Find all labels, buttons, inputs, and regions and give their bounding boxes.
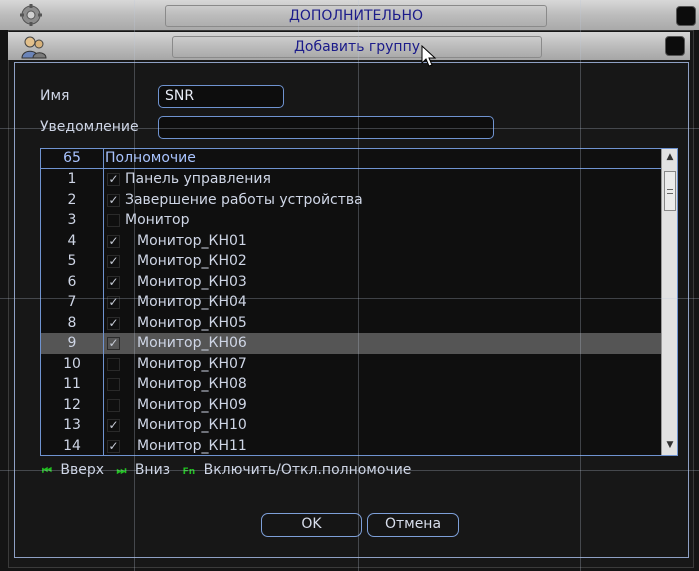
row-number: 5 <box>41 251 104 272</box>
name-label: Имя <box>40 88 70 104</box>
row-number: 3 <box>41 210 104 231</box>
permission-count: 65 <box>41 149 104 168</box>
permission-label: Монитор_КН07 <box>137 355 247 372</box>
row-number: 9 <box>41 333 104 354</box>
name-field[interactable]: SNR <box>158 85 284 108</box>
grid-line <box>580 0 581 571</box>
grid-line <box>0 470 699 471</box>
row-number: 14 <box>41 435 104 455</box>
grid-line <box>134 0 135 571</box>
permission-checkbox[interactable]: ✓ <box>107 419 120 432</box>
scroll-thumb[interactable] <box>664 171 676 211</box>
row-number: 7 <box>41 292 104 313</box>
permission-column-header: Полномочие <box>105 150 196 166</box>
permission-checkbox[interactable]: ✓ <box>107 439 120 453</box>
cancel-button[interactable]: Отмена <box>367 513 459 537</box>
permission-checkbox[interactable]: ✓ <box>107 316 120 330</box>
mouse-cursor-icon <box>421 44 441 69</box>
permission-label: Панель управления <box>125 171 271 187</box>
permission-label: Монитор_КН08 <box>137 376 247 392</box>
permission-checkbox[interactable]: ✓ <box>107 173 120 186</box>
scroll-up-icon[interactable]: ▲ <box>662 149 677 165</box>
permission-checkbox[interactable]: ✓ <box>107 275 120 289</box>
outer-close-button[interactable] <box>676 6 696 26</box>
settings-icon <box>18 3 44 27</box>
outer-window-title: ДОПОЛНИТЕЛЬНО <box>165 5 547 27</box>
permission-checkbox[interactable] <box>107 398 120 412</box>
permission-label: Монитор_КН01 <box>137 232 247 249</box>
grid-line <box>0 298 699 299</box>
permission-checkbox[interactable]: ✓ <box>107 255 120 268</box>
row-number: 2 <box>41 189 104 210</box>
row-number: 6 <box>41 271 104 292</box>
grid-line <box>358 0 359 571</box>
scroll-down-icon[interactable]: ▼ <box>662 437 677 453</box>
permission-checkbox[interactable]: ✓ <box>107 337 120 350</box>
row-number: 4 <box>41 230 104 251</box>
note-label: Уведомление <box>40 119 139 135</box>
permission-label: Монитор_КН02 <box>137 253 247 269</box>
row-number: 1 <box>41 169 104 190</box>
permission-checkbox[interactable]: ✓ <box>107 234 120 248</box>
row-number: 13 <box>41 415 104 436</box>
permission-label: Монитор_КН11 <box>137 437 247 454</box>
permission-label: Монитор_КН04 <box>137 294 247 310</box>
row-number: 11 <box>41 374 104 395</box>
permission-checkbox[interactable] <box>107 378 120 391</box>
row-number: 12 <box>41 394 104 415</box>
users-icon <box>20 34 48 60</box>
row-number: 8 <box>41 312 104 333</box>
table-scrollbar[interactable]: ▲ ▼ <box>661 149 677 455</box>
row-number: 10 <box>41 353 104 374</box>
permission-checkbox[interactable] <box>107 214 120 227</box>
permission-label: Завершение работы устройства <box>125 191 363 208</box>
ok-button[interactable]: OK <box>261 513 362 537</box>
dialog-close-button[interactable] <box>665 36 685 56</box>
permission-label: Монитор_КН05 <box>137 314 247 331</box>
permission-checkbox[interactable]: ✓ <box>107 193 120 207</box>
permission-label: Монитор_КН09 <box>137 396 247 413</box>
permissions-table: 65 Полномочие 1 ✓ Панель управления 2 ✓ Завер… <box>40 148 678 456</box>
permission-label: Монитор_КН06 <box>137 335 247 351</box>
permission-checkbox[interactable] <box>107 357 120 371</box>
grid-line <box>0 128 699 129</box>
permission-label: Монитор_КН03 <box>137 273 247 290</box>
fn-key-icon: Fn <box>182 467 196 477</box>
permission-label: Монитор_КН10 <box>137 417 247 433</box>
dialog-title: Добавить группу <box>172 36 542 58</box>
